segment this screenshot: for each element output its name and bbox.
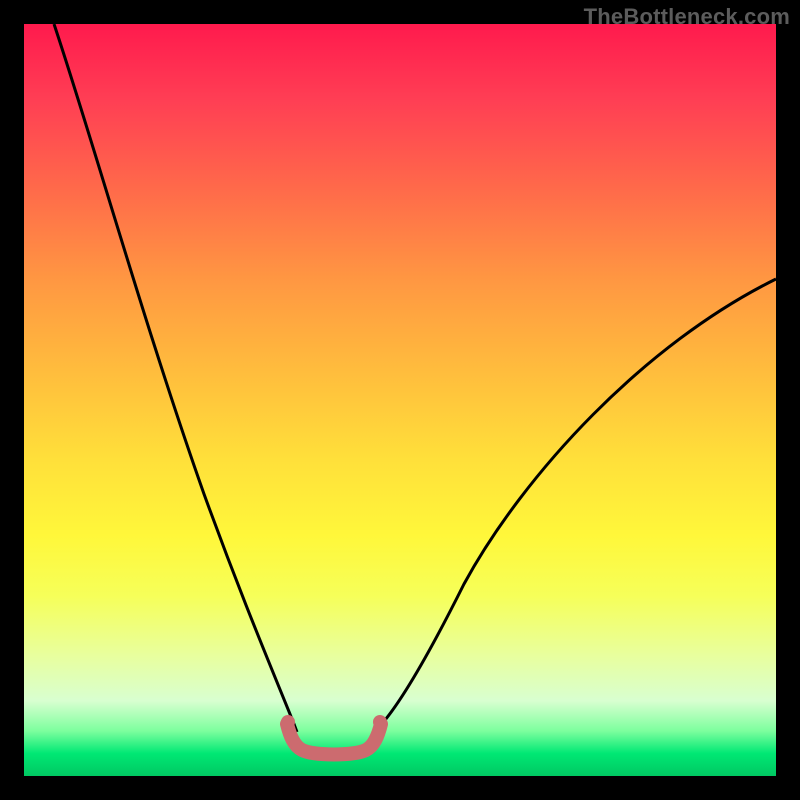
chart-frame: TheBottleneck.com	[0, 0, 800, 800]
valley-dot-left	[281, 715, 295, 729]
right-curve	[374, 279, 776, 732]
left-curve	[54, 24, 297, 732]
valley-dot-right	[373, 715, 387, 729]
valley-marker	[287, 724, 381, 755]
chart-svg	[24, 24, 776, 776]
watermark-text: TheBottleneck.com	[584, 4, 790, 30]
chart-plot-area	[24, 24, 776, 776]
